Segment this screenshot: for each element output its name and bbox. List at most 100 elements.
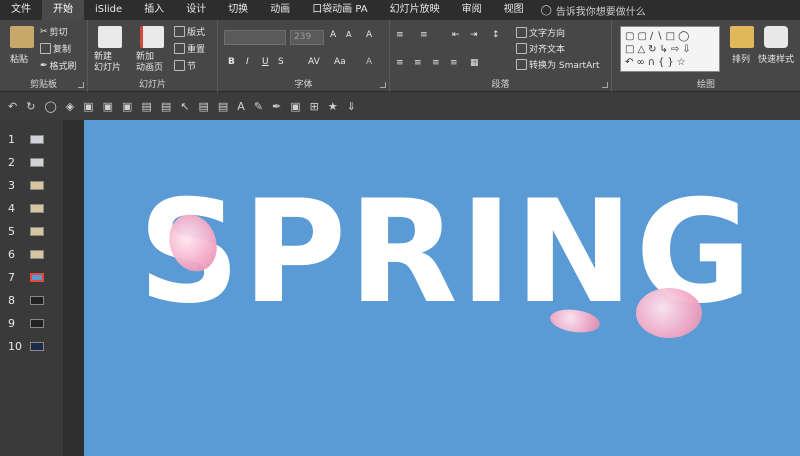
shapes-row-3: ↶∞∩{}☆ xyxy=(625,57,689,68)
paste-icon[interactable] xyxy=(10,26,34,48)
copy-format-icon[interactable]: ▣ xyxy=(83,100,93,113)
quick-styles-button[interactable]: 快速样式 xyxy=(758,52,794,65)
font-group: 239 A A A B I U S AV Aa A 字体 xyxy=(218,20,390,92)
crop-icon[interactable]: ⊞ xyxy=(310,100,319,113)
quick-styles-icon[interactable] xyxy=(764,26,788,48)
reset-icon xyxy=(174,43,185,54)
paste-button[interactable]: 粘贴 xyxy=(10,52,28,65)
slide-thumb-1[interactable]: 1 xyxy=(8,132,44,146)
slide-canvas[interactable]: SPRING xyxy=(84,120,800,456)
align-text-icon xyxy=(516,43,527,54)
font-launcher-icon[interactable] xyxy=(380,82,386,88)
tab-slideshow[interactable]: 幻灯片放映 xyxy=(379,0,451,20)
align-right-button[interactable]: ≡ xyxy=(432,58,440,68)
slide-thumb-4[interactable]: 4 xyxy=(8,201,44,215)
more-icon[interactable]: ⇓ xyxy=(347,100,356,113)
shape-tool-icon[interactable]: ◯ xyxy=(44,100,56,113)
text-fill-icon[interactable]: A xyxy=(237,100,245,113)
arrange-button[interactable]: 排列 xyxy=(732,52,750,65)
slide-thumb-6[interactable]: 6 xyxy=(8,247,44,261)
bullets-button[interactable]: ≡ xyxy=(396,30,404,40)
slide-thumb-10[interactable]: 10 xyxy=(8,339,44,353)
outline-icon[interactable]: ✎ xyxy=(254,100,263,113)
numbering-button[interactable]: ≡ xyxy=(420,30,428,40)
tab-home[interactable]: 开始 xyxy=(42,0,84,20)
paint-icon[interactable]: ✒ xyxy=(272,100,281,113)
slide-thumb-5[interactable]: 5 xyxy=(8,224,44,238)
new-anim-page-icon[interactable] xyxy=(140,26,164,48)
tab-view[interactable]: 视图 xyxy=(493,0,535,20)
tell-me-box[interactable]: ◯ 告诉我你想要做什么 xyxy=(535,3,646,18)
layout-button[interactable]: 版式 xyxy=(174,25,205,38)
paragraph-launcher-icon[interactable] xyxy=(602,82,608,88)
slide-thumb-3[interactable]: 3 xyxy=(8,178,44,192)
align-text-button[interactable]: 对齐文本 xyxy=(516,42,565,55)
distribute-icon[interactable]: ▤ xyxy=(218,100,228,113)
columns-button[interactable]: ▦ xyxy=(470,58,479,68)
bold-button[interactable]: B xyxy=(228,57,235,67)
slides-group: 新建 幻灯片 新加 动画页 版式 重置 节 幻灯片 xyxy=(88,20,218,92)
tab-review[interactable]: 审阅 xyxy=(451,0,493,20)
format-painter-button[interactable]: ✒ 格式刷 xyxy=(40,59,77,73)
reset-label: 重置 xyxy=(187,45,206,55)
decrease-indent-button[interactable]: ⇤ xyxy=(452,30,460,40)
clear-format-button[interactable]: A xyxy=(366,30,372,40)
tab-transitions[interactable]: 切换 xyxy=(217,0,259,20)
cut-button[interactable]: ✂ 剪切 xyxy=(40,25,68,39)
tab-animations[interactable]: 动画 xyxy=(259,0,301,20)
text-direction-button[interactable]: 文字方向 xyxy=(516,26,565,39)
shadow-button[interactable]: S xyxy=(278,57,284,67)
redo-icon[interactable]: ↻ xyxy=(26,100,35,113)
slide-thumbnail-pane: 1 2 3 4 5 6 7 8 9 10 xyxy=(0,120,64,456)
arrange-icon[interactable] xyxy=(730,26,754,48)
tab-pocket-animation[interactable]: 口袋动画 PA xyxy=(301,0,378,20)
bring-forward-icon[interactable]: ▤ xyxy=(141,100,151,113)
slide-thumb-7[interactable]: 7 xyxy=(8,270,44,284)
increase-indent-button[interactable]: ⇥ xyxy=(470,30,478,40)
animation-icon[interactable]: ★ xyxy=(328,100,338,113)
slide-number: 5 xyxy=(8,224,15,238)
new-anim-page-button[interactable]: 新加 动画页 xyxy=(136,52,163,74)
petal-image[interactable] xyxy=(636,288,702,338)
shapes-gallery[interactable]: ▢▢∕∖□◯ □△↻↳⇨⇩ ↶∞∩{}☆ xyxy=(620,26,720,72)
underline-button[interactable]: U xyxy=(262,57,269,67)
line-spacing-button[interactable]: ↕ xyxy=(492,30,500,40)
justify-button[interactable]: ≡ xyxy=(450,58,458,68)
align-center-button[interactable]: ≡ xyxy=(414,58,422,68)
spacing-button[interactable]: AV xyxy=(308,57,320,67)
brush-icon: ✒ xyxy=(40,60,48,71)
select-icon[interactable]: ↖ xyxy=(180,100,189,113)
slide-thumb-2[interactable]: 2 xyxy=(8,155,44,169)
slide-number: 9 xyxy=(8,316,15,330)
fill-icon[interactable]: ◈ xyxy=(66,100,74,113)
grow-font-button[interactable]: A xyxy=(330,30,336,40)
change-case-button[interactable]: Aa xyxy=(334,57,346,67)
font-color-button[interactable]: A xyxy=(366,57,372,67)
slide-number: 3 xyxy=(8,178,15,192)
font-size-field[interactable]: 239 xyxy=(290,30,324,45)
tab-design[interactable]: 设计 xyxy=(175,0,217,20)
new-slide-icon[interactable] xyxy=(98,26,122,48)
font-name-field[interactable] xyxy=(224,30,286,45)
shrink-font-button[interactable]: A xyxy=(346,30,351,39)
italic-button[interactable]: I xyxy=(246,57,249,67)
undo-icon[interactable]: ↶ xyxy=(8,100,17,113)
copy-button[interactable]: 复制 xyxy=(40,42,71,55)
reset-button[interactable]: 重置 xyxy=(174,42,205,55)
clipboard-launcher-icon[interactable] xyxy=(78,82,84,88)
tab-islide[interactable]: iSlide xyxy=(84,0,133,20)
tab-insert[interactable]: 插入 xyxy=(133,0,175,20)
smartart-button[interactable]: 转换为 SmartArt xyxy=(516,58,599,71)
align-left-button[interactable]: ≡ xyxy=(396,58,404,68)
slide-thumb-9[interactable]: 9 xyxy=(8,316,44,330)
section-button[interactable]: 节 xyxy=(174,59,196,72)
group-icon[interactable]: ▣ xyxy=(103,100,113,113)
new-slide-button[interactable]: 新建 幻灯片 xyxy=(94,52,121,74)
slide-thumb-8[interactable]: 8 xyxy=(8,293,44,307)
paragraph-group: ≡ ≡ ⇤ ⇥ ↕ 文字方向 对齐文本 ≡ ≡ ≡ ≡ ▦ 转换为 SmartA… xyxy=(390,20,612,92)
send-back-icon[interactable]: ▤ xyxy=(161,100,171,113)
ungroup-icon[interactable]: ▣ xyxy=(122,100,132,113)
insert-image-icon[interactable]: ▣ xyxy=(290,100,300,113)
tab-file[interactable]: 文件 xyxy=(0,0,42,20)
align-icon[interactable]: ▤ xyxy=(198,100,208,113)
